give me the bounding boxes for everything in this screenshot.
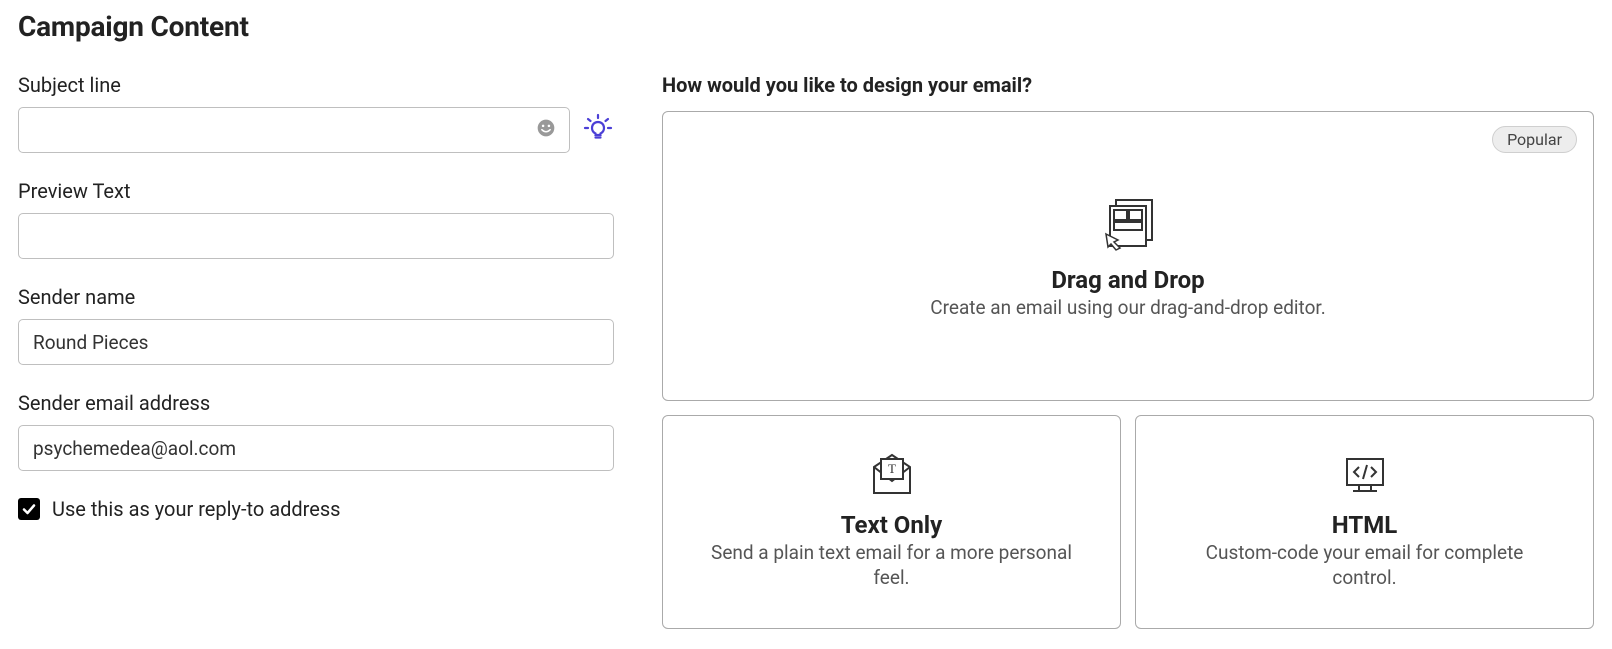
preview-text-group: Preview Text [18,179,614,259]
page-title: Campaign Content [18,10,1594,43]
sender-email-label: Sender email address [18,391,614,415]
drag-and-drop-card[interactable]: Popular Drag and Drop Create an email us… [662,111,1594,401]
preview-text-input[interactable] [18,213,614,259]
text-only-card[interactable]: T Text Only Send a plain text email for … [662,415,1121,629]
sender-email-input[interactable] [18,425,614,471]
text-only-title: Text Only [841,511,942,539]
html-code-icon [1341,453,1389,501]
subject-line-group: Subject line [18,73,614,153]
left-column: Subject line [18,73,614,629]
html-desc: Custom-code your email for complete cont… [1176,541,1553,590]
emoji-picker-icon[interactable] [536,118,556,142]
reply-to-checkbox[interactable] [18,498,40,520]
text-only-icon: T [868,453,916,501]
design-question: How would you like to design your email? [662,73,1594,97]
right-column: How would you like to design your email?… [662,73,1594,629]
html-title: HTML [1332,511,1397,539]
sender-email-group: Sender email address [18,391,614,471]
svg-text:T: T [888,461,896,476]
suggestion-lightbulb-icon[interactable] [582,112,614,148]
html-card[interactable]: HTML Custom-code your email for complete… [1135,415,1594,629]
reply-to-label: Use this as your reply-to address [52,497,341,521]
content-wrapper: Subject line [18,73,1594,629]
small-cards-row: T Text Only Send a plain text email for … [662,415,1594,629]
sender-name-group: Sender name [18,285,614,365]
drag-and-drop-icon [1098,192,1158,256]
reply-to-row: Use this as your reply-to address [18,497,614,521]
sender-name-label: Sender name [18,285,614,309]
drag-and-drop-desc: Create an email using our drag-and-drop … [930,296,1325,321]
subject-line-input[interactable] [18,107,570,153]
subject-line-label: Subject line [18,73,614,97]
text-only-desc: Send a plain text email for a more perso… [703,541,1080,590]
sender-name-input[interactable] [18,319,614,365]
subject-input-row [18,107,614,153]
preview-text-label: Preview Text [18,179,614,203]
popular-badge: Popular [1492,126,1577,153]
subject-input-wrapper [18,107,570,153]
drag-and-drop-title: Drag and Drop [1051,266,1204,294]
